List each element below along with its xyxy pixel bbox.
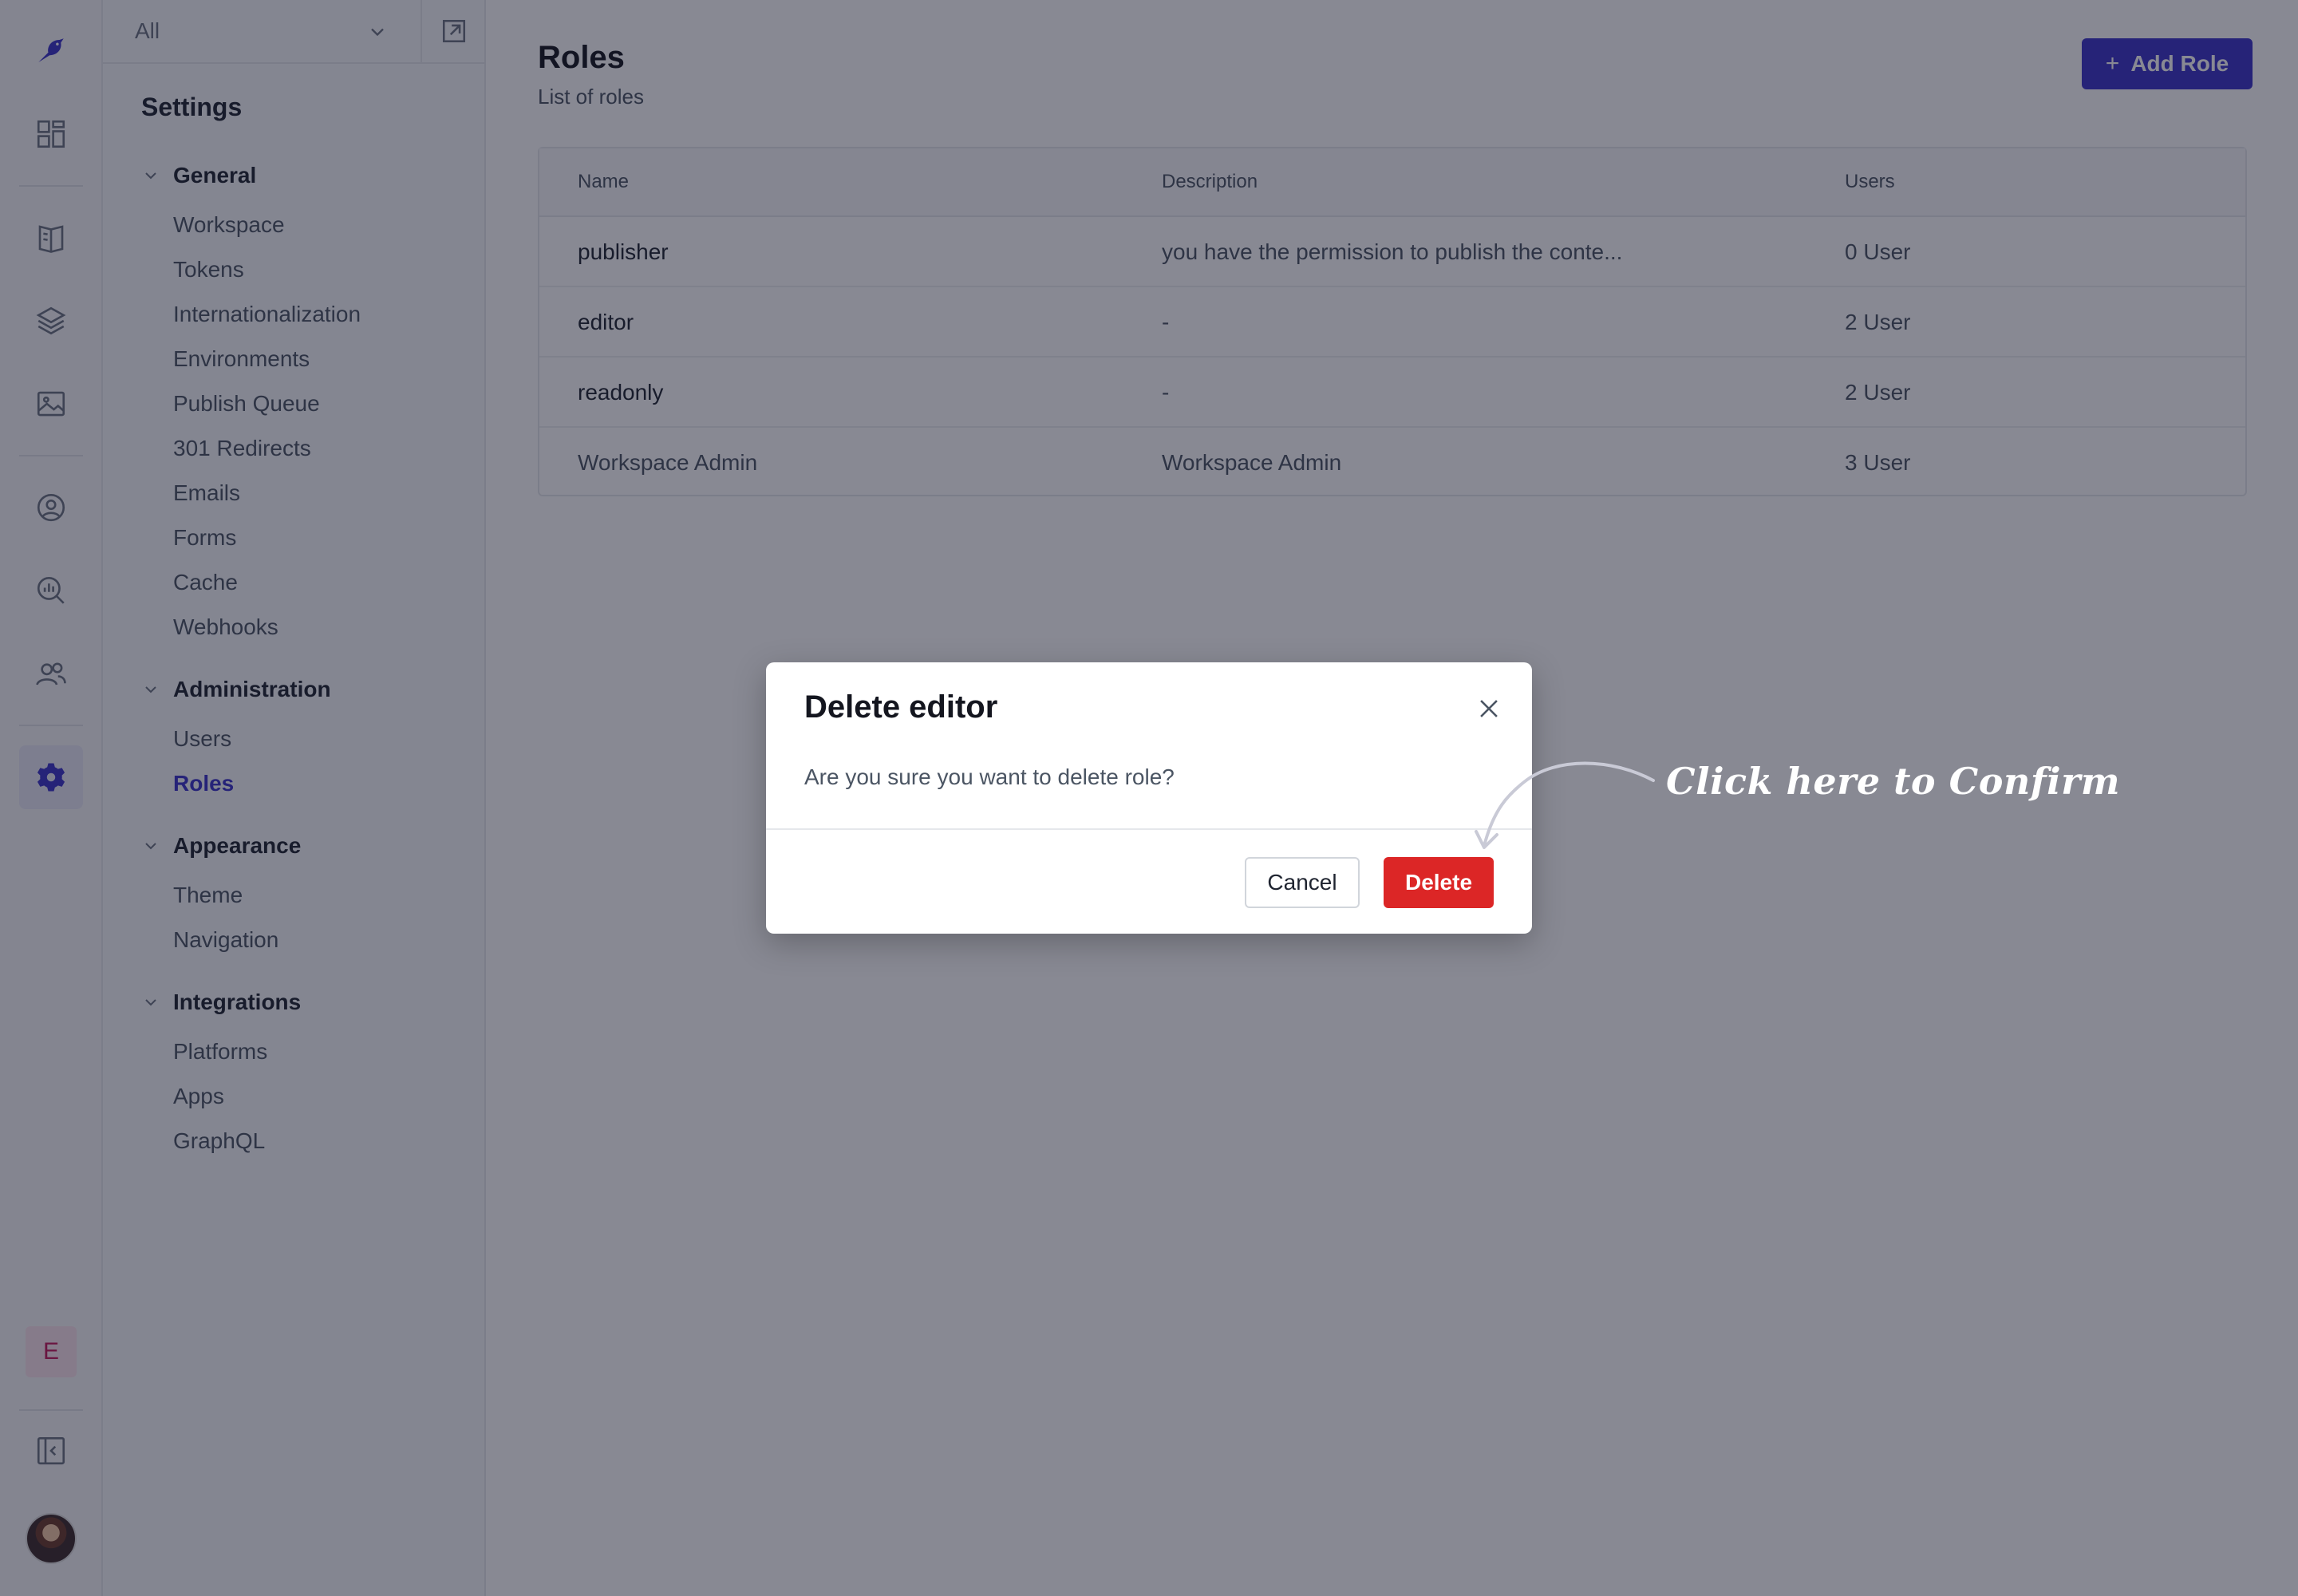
dialog-title: Delete editor <box>804 689 998 725</box>
annotation-arrow-icon <box>1475 761 1655 849</box>
cancel-button[interactable]: Cancel <box>1245 857 1360 908</box>
dialog-message: Are you sure you want to delete role? <box>804 764 1175 789</box>
close-icon <box>1480 700 1498 717</box>
delete-role-dialog: Delete editor Are you sure you want to d… <box>766 662 1532 934</box>
annotation-hint: Click here to Confirm <box>1666 760 2121 803</box>
dialog-close-button[interactable] <box>1471 691 1506 726</box>
delete-button[interactable]: Delete <box>1384 857 1494 908</box>
dialog-divider <box>766 828 1532 830</box>
